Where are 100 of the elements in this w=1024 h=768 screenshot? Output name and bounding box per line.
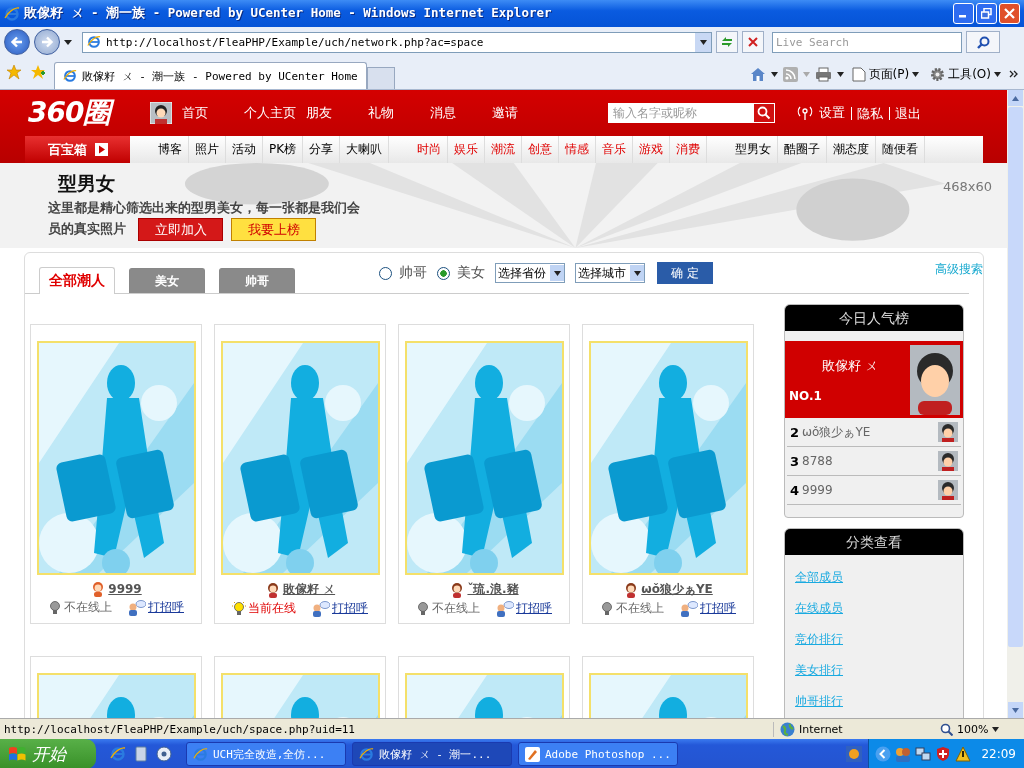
address-field[interactable]: http://localhost/FleaPHP/Example/uch/network.php?ac=space [82, 31, 712, 53]
caret-icon[interactable] [633, 270, 641, 276]
ie-icon [4, 5, 20, 22]
nav-link[interactable]: 消息 [430, 104, 493, 122]
forward-button[interactable] [34, 29, 60, 55]
member-card[interactable]: ωǒ狼少ぁYE 不在线上 打招呼 [582, 324, 754, 624]
scroll-down-button[interactable] [1008, 702, 1023, 718]
nav-link[interactable]: 个人主页 [244, 104, 307, 122]
search-icon [757, 106, 772, 120]
member-card[interactable]: ˇ琉.浪.豬 不在线上 打招呼 [398, 324, 570, 624]
refresh-button[interactable] [716, 31, 738, 53]
tools-menu[interactable]: 工具(O) [927, 65, 1004, 83]
search-button[interactable] [966, 31, 1000, 53]
member-name[interactable]: 敗傢籽 ㄨ [282, 581, 336, 598]
app-icon[interactable] [846, 746, 863, 762]
chevrons-icon[interactable] [1009, 70, 1018, 78]
rank-button[interactable]: 我要上榜 [231, 218, 316, 241]
computer-icon[interactable] [134, 746, 148, 762]
online-status: 不在线上 [616, 600, 664, 617]
caret-icon[interactable] [836, 71, 844, 77]
start-button[interactable]: 开始 [0, 739, 96, 768]
scrollbar[interactable] [1007, 90, 1024, 718]
caret-icon[interactable] [770, 71, 778, 77]
chat-person-icon [496, 600, 514, 617]
account-link[interactable]: 退出 [889, 106, 922, 120]
people-icon[interactable] [895, 746, 912, 762]
caret-icon[interactable] [699, 39, 707, 45]
dropdown-icon[interactable] [64, 39, 72, 45]
restore-button[interactable] [976, 3, 997, 24]
caret-icon[interactable] [994, 71, 1001, 77]
zoom-level[interactable]: 100% [957, 722, 989, 736]
bulb-icon [48, 599, 62, 616]
top-member-card[interactable]: 敗傢籽 ㄨ NO.1 [785, 341, 963, 418]
star-icon[interactable] [6, 64, 22, 80]
chat-person-icon [312, 600, 330, 617]
member-name: ωǒ狼少ぁYE [802, 423, 872, 441]
avatar-icon[interactable] [150, 102, 173, 124]
caret-icon[interactable] [912, 71, 920, 77]
taskbar-button[interactable]: UCH完全改造,全仿... [186, 742, 346, 766]
gender-radio[interactable]: 帅哥 [379, 264, 427, 282]
clock: 22:09 [981, 747, 1016, 761]
gender-radio[interactable]: 美女 [437, 264, 485, 282]
printer-icon[interactable] [814, 66, 832, 82]
bulb-icon [416, 600, 430, 617]
chat-person-icon [680, 600, 698, 617]
chat-person-icon [128, 599, 146, 616]
nav-link[interactable]: 朋友 [306, 104, 369, 122]
filter-tab[interactable]: 全部潮人 [39, 267, 115, 294]
add-favorite-icon[interactable] [30, 64, 46, 80]
account-link[interactable]: 设置 [819, 104, 846, 122]
shield-icon[interactable] [935, 746, 952, 762]
page-menu[interactable]: 页面(P) [848, 65, 923, 83]
close-button[interactable] [999, 3, 1020, 24]
browser-tab[interactable]: 敗傢籽 ㄨ - 潮一族 - Powered by UCenter Home [54, 62, 367, 89]
select-dropdown[interactable]: 选择城市 [575, 263, 645, 283]
search-icon [976, 35, 990, 49]
ie-icon [110, 746, 126, 762]
account-link[interactable]: 隐私 [851, 106, 884, 120]
nav-link[interactable]: 礼物 [368, 104, 431, 122]
caret-icon[interactable] [553, 270, 561, 276]
greet-link[interactable]: 打招呼 [700, 600, 736, 617]
home-icon[interactable] [749, 66, 766, 82]
filter-tab[interactable]: 帅哥 [219, 268, 295, 293]
greet-link[interactable]: 打招呼 [148, 599, 184, 616]
greet-link[interactable]: 打招呼 [332, 600, 368, 617]
close-icon [1004, 8, 1015, 19]
filter-tab[interactable]: 美女 [129, 268, 205, 293]
rank-number: 2 [790, 424, 801, 440]
join-button[interactable]: 立即加入 [138, 218, 223, 241]
ranking-row[interactable]: 3 8788 [787, 447, 961, 476]
member-card[interactable]: 9999 不在线上 打招呼 [30, 324, 202, 624]
ranking-row[interactable]: 2 ωǒ狼少ぁYE [787, 418, 961, 447]
nav-link[interactable]: 邀请 [492, 104, 555, 122]
scroll-thumb[interactable] [1008, 107, 1023, 647]
nav-link[interactable]: 首页 [182, 104, 245, 122]
select-dropdown[interactable]: 选择省份 [495, 263, 565, 283]
ie-icon [87, 35, 101, 49]
member-name[interactable]: ωǒ狼少ぁYE [641, 581, 713, 598]
dropdown-button[interactable] [695, 32, 711, 52]
caret-icon[interactable] [992, 726, 1000, 732]
banner-text: 这里都是精心筛选出来的型男美女，每一张都是我们会 [48, 199, 360, 217]
expand-icon[interactable] [875, 746, 892, 762]
toolbox-button[interactable]: 百宝箱 [25, 136, 130, 163]
member-name[interactable]: 9999 [108, 582, 142, 596]
media-icon[interactable] [156, 746, 172, 762]
scroll-up-button[interactable] [1008, 90, 1023, 106]
member-card[interactable]: 敗傢籽 ㄨ 当前在线 打招呼 [214, 324, 386, 624]
stop-button[interactable] [742, 31, 764, 53]
search-field[interactable]: Live Search [772, 31, 962, 53]
taskbar-button[interactable]: 敗傢籽 ㄨ - 潮一... [352, 742, 512, 766]
member-name[interactable]: ˇ琉.浪.豬 [467, 581, 519, 598]
taskbar-button[interactable]: Adobe Photoshop ... [518, 742, 678, 766]
back-button[interactable] [4, 29, 30, 55]
ranking-row[interactable]: 4 9999 [787, 476, 961, 505]
rank-number: 4 [790, 482, 801, 498]
minimize-button[interactable] [953, 3, 974, 24]
greet-link[interactable]: 打招呼 [516, 600, 552, 617]
confirm-button[interactable]: 确 定 [657, 262, 713, 284]
warning-icon[interactable] [955, 746, 972, 762]
network-icon[interactable] [915, 746, 932, 762]
